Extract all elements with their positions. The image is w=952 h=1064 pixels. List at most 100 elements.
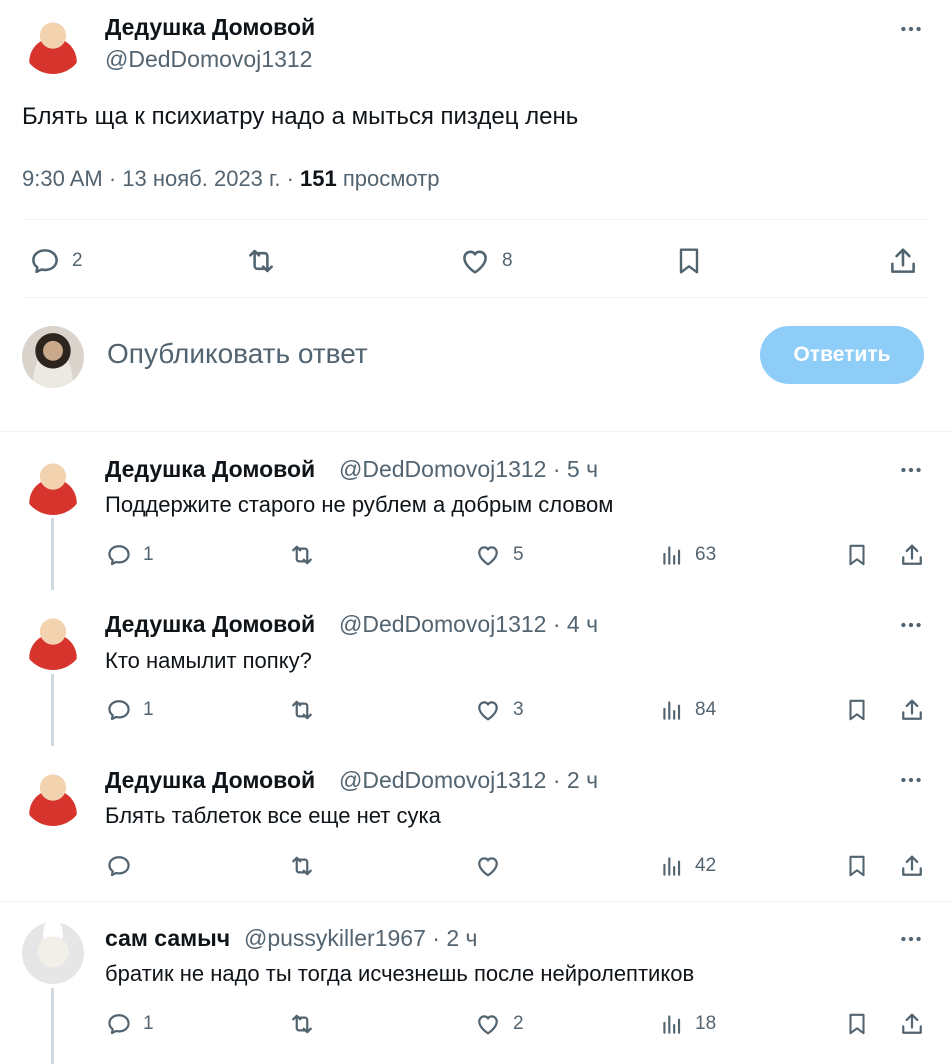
author-avatar[interactable] (22, 12, 84, 74)
share-icon (902, 855, 922, 876)
like-button[interactable] (473, 852, 513, 880)
reply-text: Блять таблеток все еще нет сука (105, 803, 441, 828)
share-button[interactable] (886, 244, 920, 278)
submit-reply-button[interactable]: Ответить (760, 326, 924, 384)
share-icon (902, 1013, 922, 1034)
retweet-button[interactable] (287, 541, 317, 569)
tweet-time[interactable]: 9:30 AM · 13 нояб. 2023 г. · (22, 166, 300, 191)
reply-count: 1 (143, 544, 154, 565)
retweet-icon (292, 545, 312, 565)
views-count: 151 (300, 166, 337, 191)
analytics-icon (663, 857, 681, 876)
heart-icon (478, 1015, 498, 1035)
views-button[interactable]: 63 (659, 541, 716, 569)
heart-icon (478, 701, 498, 721)
reply-meta[interactable]: @DedDomovoj1312 · 2 ч (339, 767, 598, 794)
reply-text: Кто намылит попку? (105, 648, 312, 673)
more-icon[interactable] (898, 457, 924, 483)
view-count: 63 (695, 544, 717, 565)
analytics-icon (663, 1015, 681, 1034)
retweet-button[interactable] (287, 852, 317, 880)
more-icon[interactable] (898, 612, 924, 638)
reply-meta[interactable]: @DedDomovoj1312 · 4 ч (339, 611, 598, 638)
like-button[interactable]: 3 (473, 696, 524, 724)
retweet-icon (292, 1014, 312, 1034)
heart-icon (478, 546, 498, 566)
thread-connector (51, 518, 54, 590)
divider (22, 297, 930, 298)
reply-button[interactable]: 2 (28, 244, 83, 278)
retweet-button[interactable] (287, 696, 317, 724)
like-button[interactable]: 5 (473, 541, 524, 569)
bookmark-button[interactable] (844, 1010, 870, 1038)
reply-avatar[interactable] (22, 608, 84, 670)
retweet-icon (249, 249, 273, 273)
reply-author-name[interactable]: Дедушка Домовой (105, 611, 315, 638)
retweet-button[interactable] (287, 1010, 317, 1038)
share-button[interactable] (898, 696, 926, 724)
reply-button[interactable]: 1 (105, 541, 154, 569)
bookmark-icon (849, 699, 865, 721)
reply-author-name[interactable]: Дедушка Домовой (105, 767, 315, 794)
reply-author-name[interactable]: сам самыч (105, 925, 230, 952)
bookmark-button[interactable] (673, 244, 705, 278)
more-icon[interactable] (898, 767, 924, 793)
retweet-button[interactable] (244, 244, 278, 278)
views-label: просмотр (336, 166, 440, 191)
bookmark-icon (849, 544, 865, 566)
bookmark-button[interactable] (844, 852, 870, 880)
views-button[interactable]: 84 (659, 696, 716, 724)
reply-avatar[interactable] (22, 453, 84, 515)
reply-icon (108, 856, 130, 877)
reply-avatar[interactable] (22, 922, 84, 984)
reply-button[interactable]: 1 (105, 1010, 154, 1038)
reply-icon (108, 1014, 130, 1035)
reply-author-name[interactable]: Дедушка Домовой (105, 456, 315, 483)
current-user-avatar[interactable] (22, 326, 84, 388)
reply-text: братик не надо ты тогда исчезнешь после … (105, 961, 695, 986)
bookmark-icon (679, 248, 699, 274)
divider (0, 431, 952, 432)
bookmark-button[interactable] (844, 696, 870, 724)
like-count: 5 (513, 544, 524, 565)
retweet-icon (292, 856, 312, 876)
reply-count: 2 (72, 250, 83, 271)
like-button[interactable]: 2 (473, 1010, 524, 1038)
more-icon[interactable] (898, 926, 924, 952)
reply-count: 1 (143, 1013, 154, 1034)
reply-meta[interactable]: @DedDomovoj1312 · 5 ч (339, 456, 598, 483)
reply-input[interactable]: Опубликовать ответ (107, 338, 368, 370)
share-icon (902, 544, 922, 565)
analytics-icon (663, 701, 681, 720)
retweet-icon (292, 700, 312, 720)
share-icon (891, 248, 915, 273)
share-button[interactable] (898, 541, 926, 569)
reply-avatar[interactable] (22, 764, 84, 826)
views-button[interactable]: 18 (659, 1010, 716, 1038)
tweet-text: Блять ща к психиатру надо а мыться пизде… (22, 103, 579, 130)
reply-button[interactable]: 1 (105, 696, 154, 724)
reply-meta[interactable]: @pussykiller1967 · 2 ч (244, 925, 477, 952)
reply-text: Поддержите старого не рублем а добрым сл… (105, 492, 614, 517)
reply-button[interactable] (105, 852, 143, 880)
bookmark-icon (849, 855, 865, 877)
author-name[interactable]: Дедушка Домовой (105, 14, 315, 41)
author-handle[interactable]: @DedDomovoj1312 (105, 46, 312, 73)
reply-count: 1 (143, 699, 154, 720)
reply-icon (108, 700, 130, 721)
heart-icon (463, 250, 487, 274)
like-count: 2 (513, 1013, 524, 1034)
view-count: 42 (695, 855, 717, 876)
share-button[interactable] (898, 852, 926, 880)
bookmark-icon (849, 1013, 865, 1035)
like-button[interactable]: 8 (458, 244, 513, 278)
views-button[interactable]: 42 (659, 852, 716, 880)
more-icon[interactable] (898, 16, 924, 42)
bookmark-button[interactable] (844, 541, 870, 569)
share-button[interactable] (898, 1010, 926, 1038)
thread-connector (51, 674, 54, 746)
reply-icon (32, 249, 58, 274)
like-count: 8 (502, 250, 513, 271)
view-count: 84 (695, 699, 717, 720)
heart-icon (478, 857, 498, 877)
